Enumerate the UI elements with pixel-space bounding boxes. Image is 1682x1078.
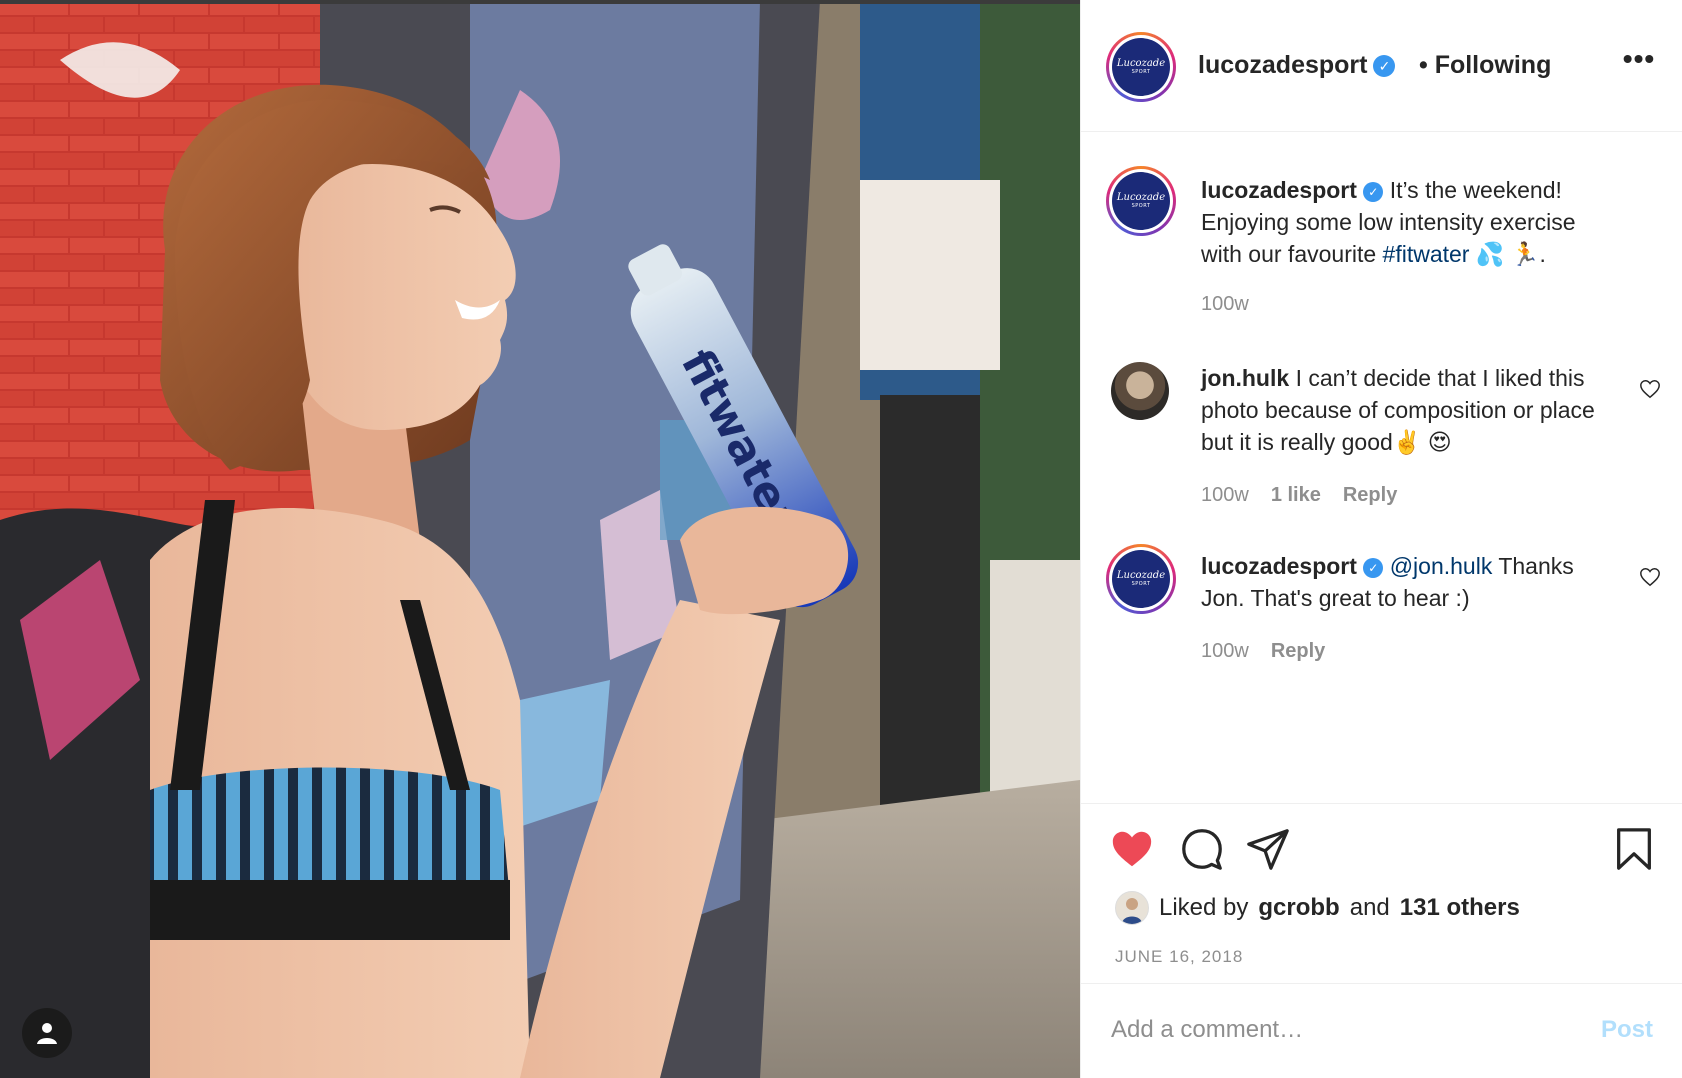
- comment-text: jon.hulk I can’t decide that I liked thi…: [1201, 362, 1621, 458]
- caption-author-avatar[interactable]: Lucozade SPORT: [1106, 166, 1176, 236]
- caption-meta: 100w: [1201, 293, 1249, 316]
- caption-username[interactable]: lucozadesport: [1201, 177, 1357, 203]
- following-button[interactable]: • Following: [1419, 51, 1551, 80]
- avatar-logo-text: Lucozade: [1116, 192, 1166, 203]
- post-comment-button[interactable]: Post: [1601, 1016, 1653, 1044]
- mention-link[interactable]: @jon.hulk: [1390, 553, 1493, 579]
- verified-badge-icon: ✓: [1373, 54, 1396, 77]
- comment-reply-button[interactable]: Reply: [1271, 640, 1325, 663]
- verified-badge-icon: ✓: [1363, 558, 1384, 578]
- comment-input[interactable]: [1111, 1010, 1541, 1050]
- post-header: Lucozade SPORT lucozadesport ✓ • Followi…: [1081, 4, 1682, 132]
- heart-icon[interactable]: [1109, 826, 1155, 872]
- post-image: fitwater: [0, 0, 1080, 1078]
- post-date[interactable]: JUNE 16, 2018: [1115, 947, 1243, 967]
- comment-like-heart-icon[interactable]: [1639, 566, 1661, 588]
- liked-by-others[interactable]: 131 others: [1400, 894, 1520, 922]
- author-avatar[interactable]: Lucozade SPORT: [1106, 32, 1176, 102]
- comment-like-heart-icon[interactable]: [1639, 378, 1661, 400]
- liker-avatar[interactable]: [1115, 891, 1149, 925]
- comment-text: lucozadesport ✓ @jon.hulk Thanks Jon. Th…: [1201, 550, 1621, 614]
- comment-meta: 100w Reply: [1201, 640, 1325, 663]
- post-side-panel: Lucozade SPORT lucozadesport ✓ • Followi…: [1080, 0, 1682, 1078]
- verified-badge-icon: ✓: [1363, 182, 1384, 202]
- author-username[interactable]: lucozadesport ✓: [1198, 51, 1396, 80]
- commenter-avatar[interactable]: [1111, 362, 1169, 420]
- comment-age: 100w: [1201, 484, 1249, 506]
- avatar-logo-sub: SPORT: [1131, 203, 1151, 209]
- avatar-logo-text: Lucozade: [1116, 570, 1166, 581]
- user-icon: [37, 1023, 57, 1044]
- comment-reply-button[interactable]: Reply: [1343, 484, 1397, 507]
- comment-username[interactable]: jon.hulk: [1201, 365, 1289, 391]
- add-comment-bar: Post: [1081, 983, 1682, 1078]
- liked-by-user[interactable]: gcrobb: [1258, 894, 1339, 922]
- caption-text: lucozadesport ✓ It’s the weekend! Enjoyi…: [1201, 174, 1621, 270]
- comment-username[interactable]: lucozadesport: [1201, 553, 1357, 579]
- share-icon[interactable]: [1245, 826, 1291, 872]
- commenter-avatar[interactable]: Lucozade SPORT: [1106, 544, 1176, 614]
- comment-icon[interactable]: [1179, 826, 1225, 872]
- comment-meta: 100w 1 like Reply: [1201, 484, 1397, 507]
- liker-avatar-figure: [1122, 898, 1142, 924]
- post-photo[interactable]: fitwater: [0, 0, 1080, 1078]
- hashtag-link[interactable]: #fitwater: [1383, 241, 1470, 267]
- liked-by-prefix: Liked by: [1159, 894, 1249, 921]
- liked-by-and: and: [1349, 894, 1390, 921]
- caption-age: 100w: [1201, 293, 1249, 315]
- avatar-logo-sub: SPORT: [1131, 69, 1151, 75]
- author-username-text[interactable]: lucozadesport: [1198, 51, 1367, 80]
- comment-age: 100w: [1201, 640, 1249, 662]
- tagged-users-button[interactable]: [22, 1008, 72, 1058]
- post-actions: Liked by gcrobb and 131 others JUNE 16, …: [1081, 803, 1682, 993]
- caption-emoji: 💦 🏃.: [1475, 241, 1546, 267]
- liked-by-summary[interactable]: Liked by gcrobb and 131 others: [1115, 891, 1520, 925]
- more-options-icon[interactable]: •••: [1619, 44, 1659, 84]
- avatar-logo-sub: SPORT: [1131, 581, 1151, 587]
- comment-likes-count[interactable]: 1 like: [1271, 484, 1321, 507]
- avatar-logo-text: Lucozade: [1116, 58, 1166, 69]
- bookmark-icon[interactable]: [1611, 826, 1657, 872]
